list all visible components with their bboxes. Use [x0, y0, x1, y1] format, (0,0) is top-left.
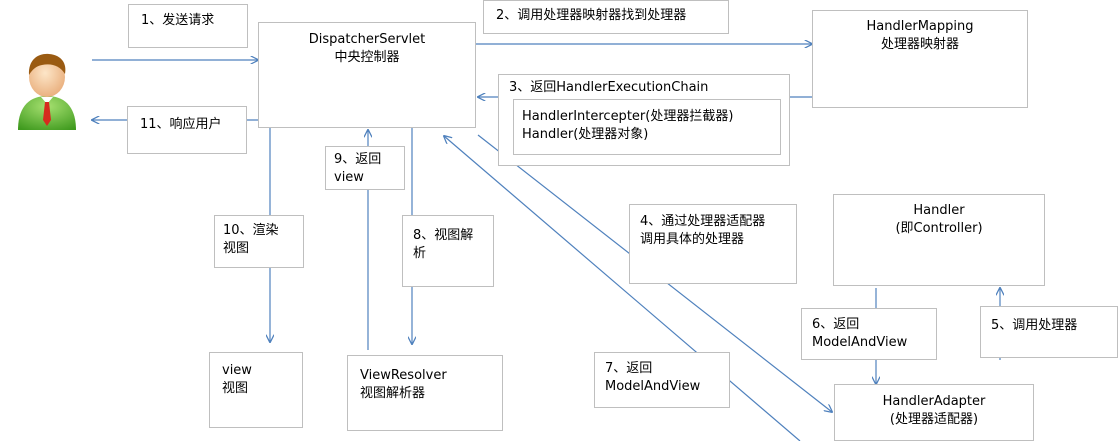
execution-chain-title: 3、返回HandlerExecutionChain — [509, 80, 709, 95]
step-4-line2: 调用具体的处理器 — [640, 232, 745, 247]
view-node: view 视图 — [209, 352, 303, 428]
step-8-label: 8、视图解 析 — [402, 215, 494, 287]
view-resolver-subtitle: 视图解析器 — [360, 386, 426, 401]
step-9-line1: 9、返回 — [334, 152, 382, 167]
chain-interceptor-text: HandlerIntercepter(处理器拦截器) — [522, 109, 734, 124]
handler-mapping-subtitle: 处理器映射器 — [880, 37, 959, 52]
view-subtitle: 视图 — [222, 381, 249, 396]
view-resolver-node: ViewResolver 视图解析器 — [347, 355, 503, 431]
handler-title: Handler — [913, 203, 965, 218]
handler-adapter-node: HandlerAdapter (处理器适配器) — [834, 384, 1034, 441]
dispatcher-title: DispatcherServlet — [308, 32, 426, 47]
handler-node: Handler (即Controller) — [833, 194, 1045, 286]
handler-subtitle: (即Controller) — [895, 221, 983, 236]
step-10-line1: 10、渲染 — [223, 223, 279, 238]
step-6-label: 6、返回 ModelAndView — [801, 308, 937, 360]
dispatcher-subtitle: 中央控制器 — [334, 50, 400, 65]
handler-adapter-title: HandlerAdapter — [882, 394, 986, 409]
step-8-line1: 8、视图解 — [413, 228, 474, 243]
step-10-label: 10、渲染 视图 — [214, 215, 304, 268]
step-7-line2: ModelAndView — [605, 379, 701, 394]
step-6-line1: 6、返回 — [812, 317, 860, 332]
step-7-line1: 7、返回 — [605, 361, 653, 376]
step-4-line1: 4、通过处理器适配器 — [640, 214, 766, 229]
execution-chain-detail: HandlerIntercepter(处理器拦截器) Handler(处理器对象… — [513, 99, 781, 155]
view-title: view — [222, 363, 252, 378]
step-11-label: 11、响应用户 — [127, 106, 247, 154]
step-4-label: 4、通过处理器适配器 调用具体的处理器 — [629, 204, 797, 284]
step-1-label: 1、发送请求 — [128, 4, 248, 48]
step-8-line2: 析 — [413, 246, 427, 261]
execution-chain-node: 3、返回HandlerExecutionChain HandlerInterce… — [498, 74, 790, 166]
dispatcher-servlet-node: DispatcherServlet 中央控制器 — [258, 22, 476, 128]
step-9-line2: view — [334, 170, 364, 185]
step-9-label: 9、返回 view — [325, 146, 405, 190]
step-2-label: 2、调用处理器映射器找到处理器 — [483, 0, 729, 34]
handler-mapping-title: HandlerMapping — [866, 19, 974, 34]
step-10-line2: 视图 — [223, 241, 250, 256]
chain-handler-text: Handler(处理器对象) — [522, 127, 649, 142]
handler-adapter-subtitle: (处理器适配器) — [889, 412, 979, 427]
step-5-label: 5、调用处理器 — [980, 306, 1118, 358]
step-7-label: 7、返回 ModelAndView — [594, 352, 730, 408]
handler-mapping-node: HandlerMapping 处理器映射器 — [812, 10, 1028, 108]
view-resolver-title: ViewResolver — [360, 368, 447, 383]
user-avatar-icon — [12, 50, 82, 134]
step-6-line2: ModelAndView — [812, 335, 908, 350]
